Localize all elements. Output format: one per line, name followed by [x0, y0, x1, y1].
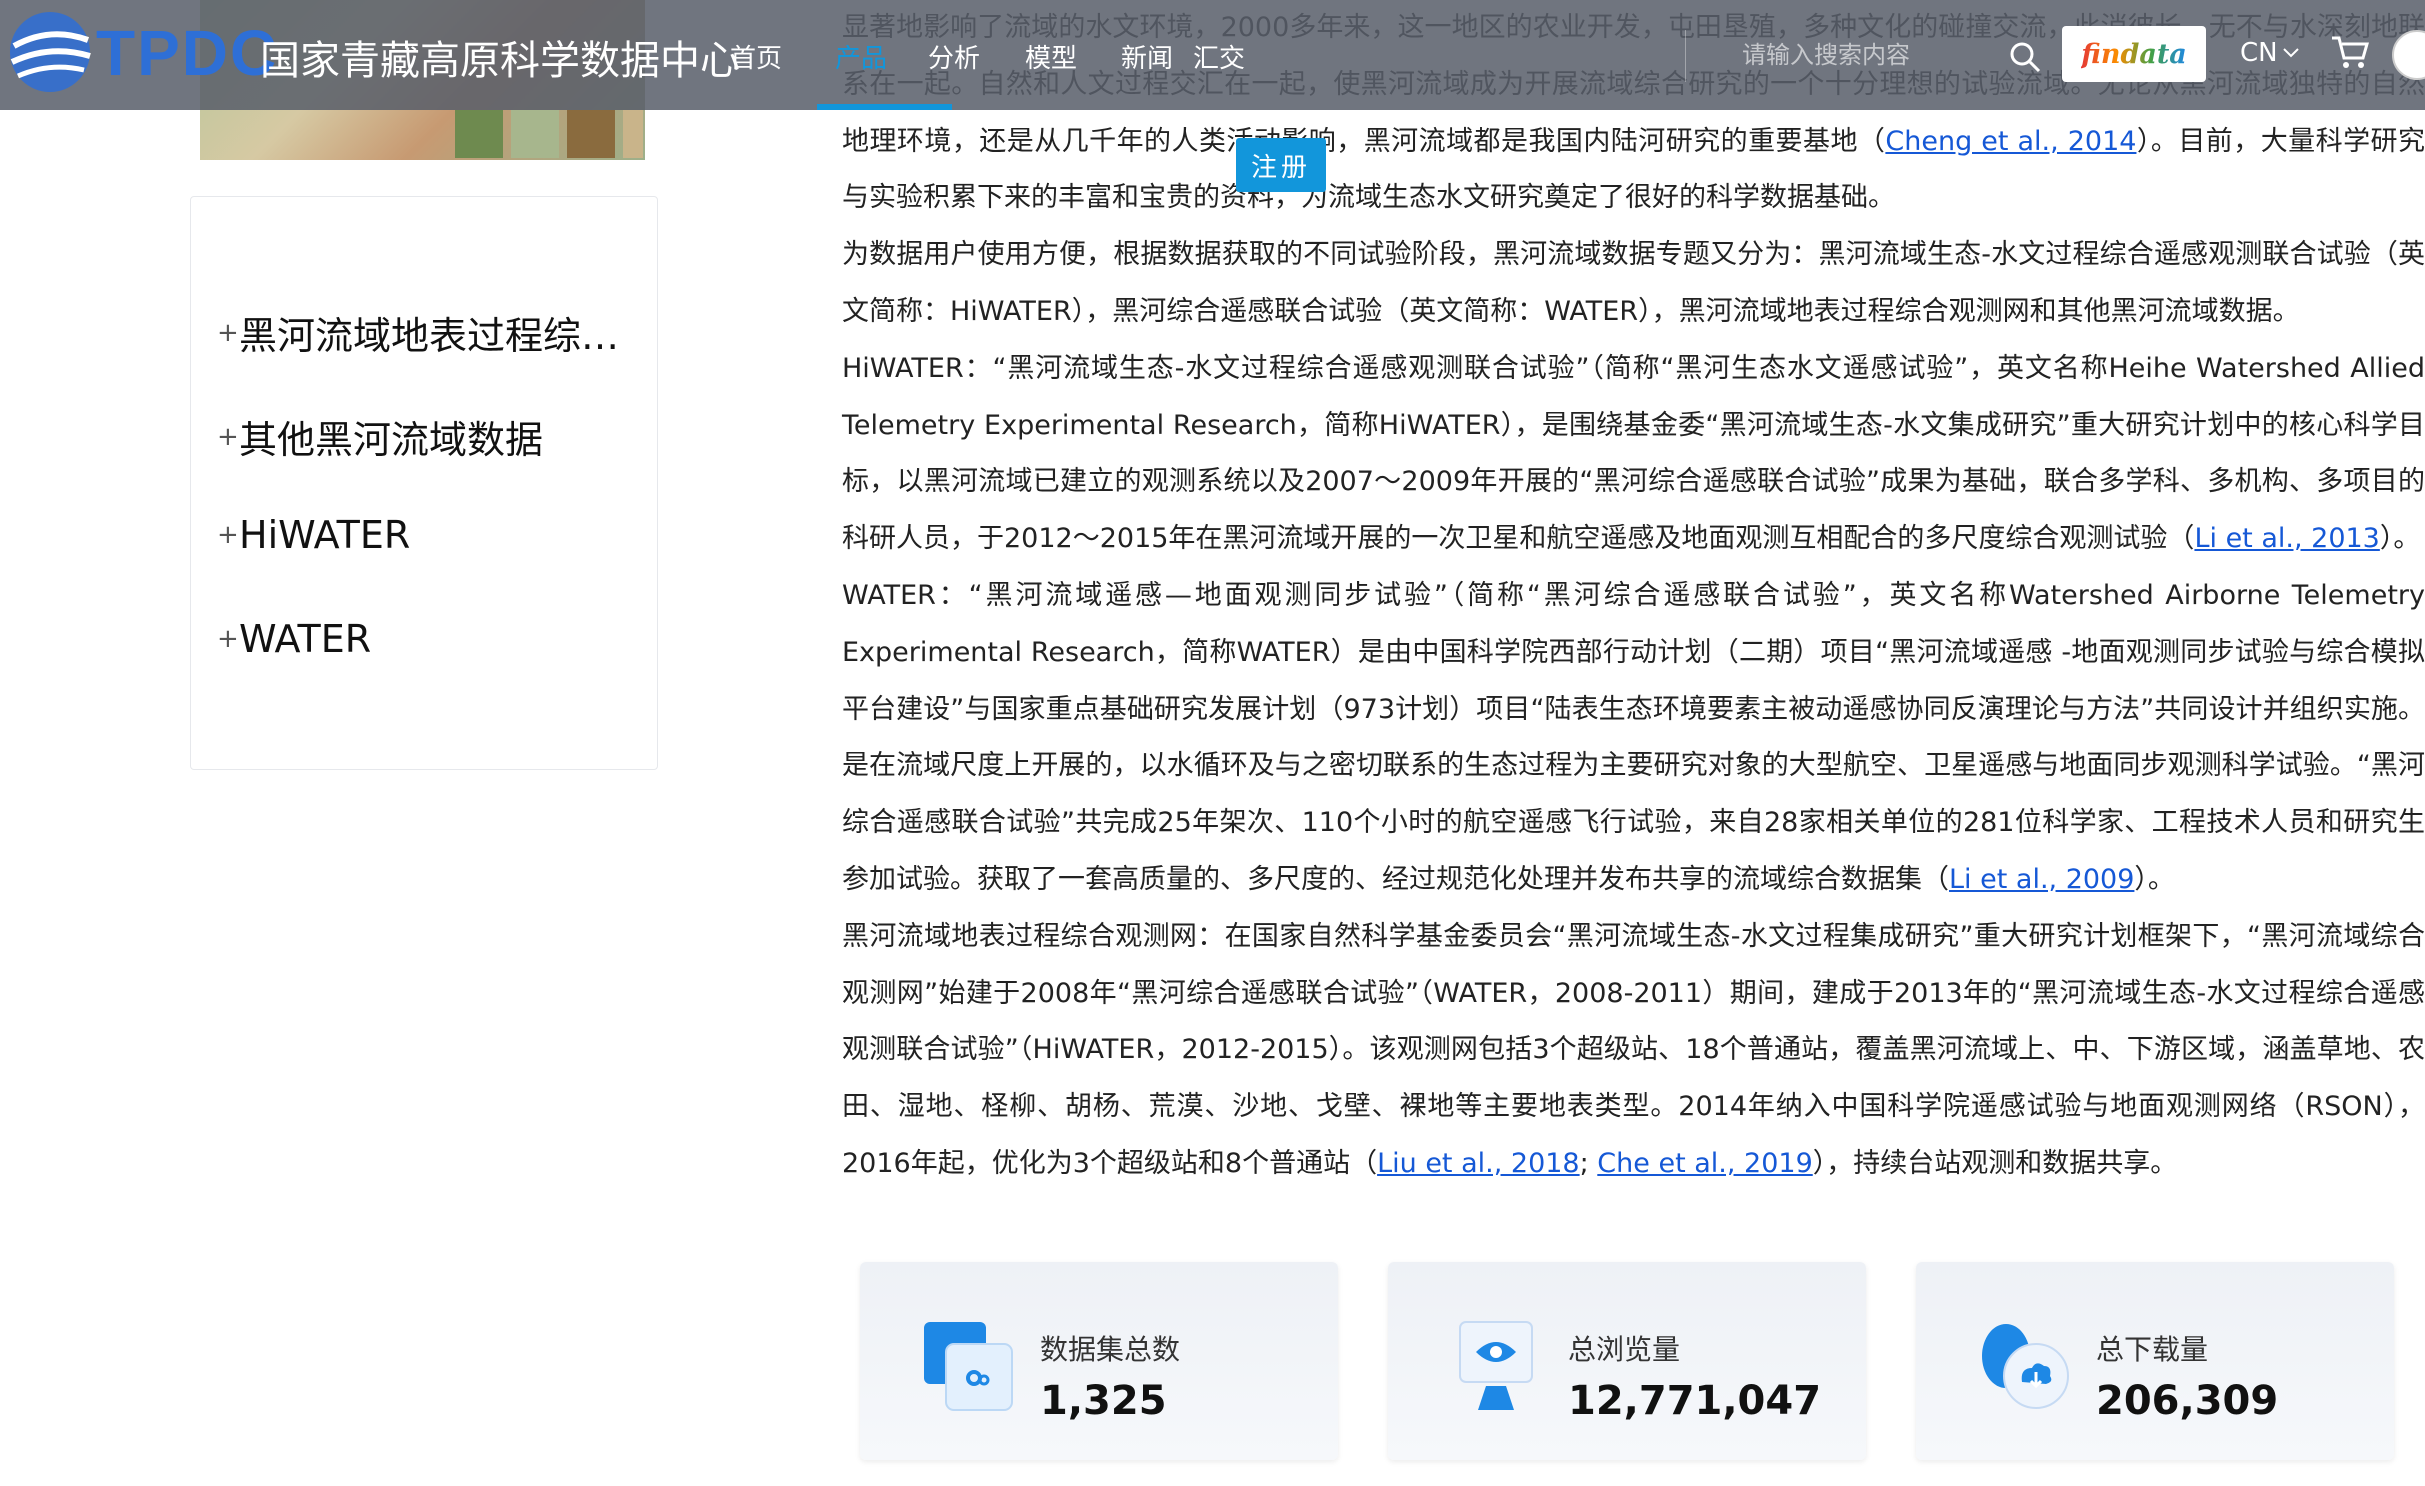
- citation-link[interactable]: Cheng et al., 2014: [1885, 126, 2136, 157]
- user-avatar[interactable]: [2392, 30, 2425, 80]
- stat-card-views: 总浏览量 12,771,047: [1388, 1262, 1866, 1460]
- register-button[interactable]: 注册: [1236, 138, 1326, 192]
- language-label: CN: [2240, 38, 2278, 68]
- nav-item-products[interactable]: 产品: [817, 0, 952, 110]
- stat-value: 206,309: [2096, 1378, 2279, 1424]
- findata-logo-text: findata: [2081, 38, 2187, 70]
- top-navbar: TPDC 国家青藏高原科学数据中心 首页 产品 分析 模型 新闻 汇交 find…: [0, 0, 2425, 110]
- paragraph-text: ）。: [2134, 863, 2175, 895]
- stat-value: 12,771,047: [1568, 1378, 1822, 1424]
- stat-label: 总浏览量: [1568, 1333, 1681, 1366]
- search-input[interactable]: [1742, 38, 1992, 74]
- download-icon: [1982, 1324, 2069, 1409]
- article-paragraph: HiWATER：“黑河流域生态-水文过程综合遥感观测联合试验”（简称“黑河生态水…: [842, 341, 2425, 568]
- nav-item-models[interactable]: 模型: [1025, 0, 1121, 110]
- paragraph-text: WATER：“黑河流域遥感—地面观测同步试验”（简称“黑河综合遥感联合试验”，英…: [842, 579, 2425, 895]
- paragraph-text: ）。: [2379, 523, 2421, 555]
- main-nav: 首页 产品 分析 模型 新闻 汇交: [730, 0, 1273, 110]
- search-box: [1685, 30, 2045, 82]
- language-switch[interactable]: CN: [2240, 38, 2300, 68]
- thumbnail-tile: [567, 110, 615, 158]
- expand-plus-icon: +: [217, 421, 239, 452]
- thumbnail-tile: [623, 110, 643, 158]
- nav-item-home[interactable]: 首页: [730, 0, 835, 110]
- paragraph-text: ），持续台站观测和数据共享。: [1812, 1147, 2178, 1179]
- expand-plus-icon: +: [217, 624, 239, 654]
- nav-item-analysis[interactable]: 分析: [928, 0, 1025, 110]
- tpdc-globe-icon[interactable]: [4, 6, 96, 98]
- paragraph-text: HiWATER：“黑河流域生态-水文过程综合遥感观测联合试验”（简称“黑河生态水…: [842, 352, 2425, 555]
- site-name[interactable]: 国家青藏高原科学数据中心: [260, 28, 740, 86]
- topic-sidebar: + 黑河流域地表过程综合观测网 + 其他黑河流域数据 + HiWATER + W…: [190, 196, 658, 770]
- sidebar-item-other-heihe-data[interactable]: + 其他黑河流域数据: [217, 409, 627, 464]
- search-icon[interactable]: [2008, 40, 2042, 74]
- sidebar-item-label: 黑河流域地表过程综合观测网: [239, 314, 627, 358]
- nav-item-news[interactable]: 新闻: [1121, 0, 1193, 110]
- sidebar-item-water[interactable]: + WATER: [217, 617, 627, 661]
- stat-label: 数据集总数: [1040, 1333, 1181, 1366]
- article-paragraph: WATER：“黑河流域遥感—地面观测同步试验”（简称“黑河综合遥感联合试验”，英…: [842, 568, 2425, 909]
- topic-description: 显著地影响了流域的水文环境，2000多年来，这一地区的农业开发，屯田垦殖，多种文…: [842, 0, 2425, 1193]
- citation-link[interactable]: Li et al., 2009: [1949, 864, 2134, 895]
- stat-label: 总下载量: [2096, 1333, 2209, 1366]
- dataset-icon: [924, 1322, 1013, 1411]
- stat-card-downloads: 总下载量 206,309: [1916, 1262, 2394, 1460]
- expand-plus-icon: +: [217, 520, 239, 550]
- expand-plus-icon: +: [217, 317, 239, 348]
- citation-link[interactable]: Liu et al., 2018: [1377, 1148, 1580, 1179]
- sidebar-item-label: WATER: [239, 617, 372, 661]
- article-paragraph: 黑河流域地表过程综合观测网：在国家自然科学基金委员会“黑河流域生态-水文过程集成…: [842, 920, 2425, 1179]
- view-icon: [1459, 1321, 1533, 1410]
- sidebar-item-hiwater[interactable]: + HiWATER: [217, 513, 627, 557]
- chevron-down-icon: [2282, 48, 2299, 58]
- article-paragraph: 为数据用户使用方便，根据数据获取的不同试验阶段，黑河流域数据专题又分为：黑河流域…: [842, 239, 2425, 327]
- cart-icon[interactable]: [2330, 34, 2370, 70]
- citation-link[interactable]: Li et al., 2013: [2194, 523, 2379, 554]
- sidebar-item-label: 其他黑河流域数据: [239, 418, 544, 462]
- logo-text[interactable]: TPDC: [96, 16, 278, 90]
- findata-button[interactable]: findata: [2062, 26, 2206, 82]
- sidebar-item-label: HiWATER: [239, 513, 411, 557]
- stat-value: 1,325: [1040, 1378, 1167, 1424]
- stat-card-datasets: 数据集总数 1,325: [860, 1262, 1338, 1460]
- paragraph-text: 黑河流域地表过程综合观测网：在国家自然科学基金委员会“黑河流域生态-水文过程集成…: [842, 920, 2425, 1179]
- thumbnail-tile: [455, 110, 503, 158]
- sidebar-item-observation-network[interactable]: + 黑河流域地表过程综合观测网: [217, 305, 627, 360]
- thumbnail-tile: [511, 110, 559, 158]
- citation-link[interactable]: Che et al., 2019: [1597, 1148, 1812, 1179]
- nav-item-submit[interactable]: 汇交: [1193, 0, 1273, 110]
